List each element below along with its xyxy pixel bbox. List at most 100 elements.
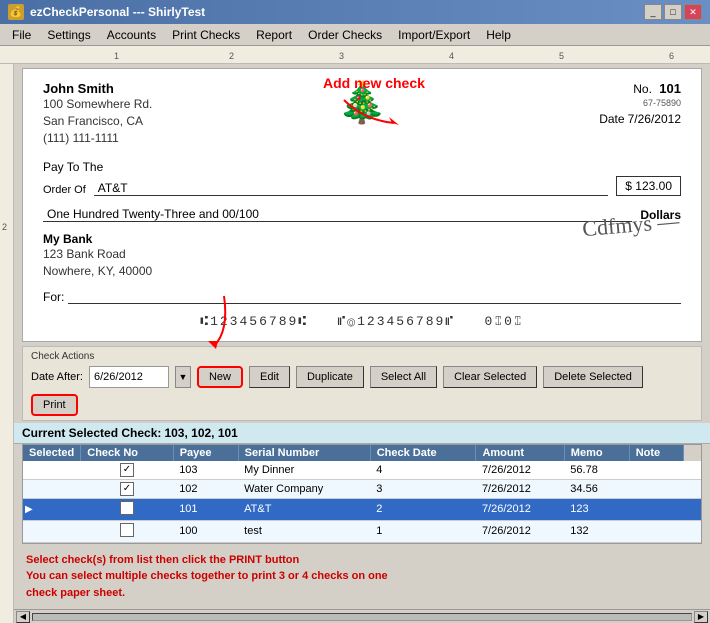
table-row[interactable]: ✓103My Dinner47/26/201256.78 xyxy=(23,461,701,480)
menu-report[interactable]: Report xyxy=(248,26,300,44)
check-actions-title: Check Actions xyxy=(31,351,693,362)
memo-cell xyxy=(629,520,683,542)
col-check-no: Check No xyxy=(81,445,173,461)
bottom-annotation: Select check(s) from list then click the… xyxy=(22,548,702,606)
note-cell xyxy=(684,479,701,498)
current-selected-value: 103, 102, 101 xyxy=(164,426,237,440)
bank-name: My Bank xyxy=(43,232,152,246)
serial-cell: 1 xyxy=(370,520,476,542)
delete-selected-button[interactable]: Delete Selected xyxy=(543,366,643,388)
table-row[interactable]: ✓102Water Company37/26/201234.56 xyxy=(23,479,701,498)
check-no-cell: 101 xyxy=(173,498,238,520)
annotation-line3: check paper sheet. xyxy=(26,585,698,602)
check-actions-panel: Check Actions Date After: ▼ New Edit Dup… xyxy=(22,346,702,421)
horizontal-scrollbar[interactable]: ◀ ▶ xyxy=(14,609,710,623)
check-amount: $ 123.00 xyxy=(616,176,681,196)
select-all-button[interactable]: Select All xyxy=(370,366,437,388)
check-checkbox[interactable] xyxy=(120,501,134,515)
check-number-area: No. 101 67-75890 Date 7/26/2012 xyxy=(599,81,681,146)
signature: Cdfmys — xyxy=(581,208,684,284)
note-cell xyxy=(684,520,701,542)
check-checkbox[interactable] xyxy=(120,523,134,537)
checkbox-cell[interactable] xyxy=(81,498,173,520)
check-date-line: Date 7/26/2012 xyxy=(599,112,681,126)
table-row[interactable]: 100test17/26/2012132 xyxy=(23,520,701,542)
menu-accounts[interactable]: Accounts xyxy=(99,26,164,44)
date-after-input[interactable] xyxy=(89,366,169,388)
for-underline xyxy=(68,288,681,304)
amount-words: One Hundred Twenty-Three and 00/100 xyxy=(43,206,632,222)
menu-file[interactable]: File xyxy=(4,26,39,44)
annotation-add-new: Add new check xyxy=(323,75,425,125)
date-after-label: Date After: xyxy=(31,371,83,383)
menu-import-export[interactable]: Import/Export xyxy=(390,26,478,44)
check-date: 7/26/2012 xyxy=(628,112,681,126)
micr-line: ⑆123456789⑆ ⑈⓪123456789⑈ 0⑄0⑄ xyxy=(43,314,681,329)
check-table-container: Selected Check No Payee Serial Number Ch… xyxy=(22,444,702,544)
menu-order-checks[interactable]: Order Checks xyxy=(300,26,390,44)
order-of-label: Order Of xyxy=(43,184,86,196)
check-checkbox[interactable]: ✓ xyxy=(120,482,134,496)
payee-line: AT&T xyxy=(94,180,608,196)
checkbox-cell[interactable]: ✓ xyxy=(81,479,173,498)
window-title: ezCheckPersonal --- ShirlyTest xyxy=(30,5,205,19)
menu-bar: File Settings Accounts Print Checks Repo… xyxy=(0,24,710,46)
new-button[interactable]: New xyxy=(197,366,243,388)
clear-selected-button[interactable]: Clear Selected xyxy=(443,366,537,388)
signature-area: Cdfmys — xyxy=(584,212,681,280)
maximize-button[interactable]: □ xyxy=(664,4,682,20)
minimize-button[interactable]: _ xyxy=(644,4,662,20)
window-controls: _ □ ✕ xyxy=(644,4,702,20)
print-button[interactable]: Print xyxy=(31,394,78,416)
serial-cell: 4 xyxy=(370,461,476,480)
date-cell: 7/26/2012 xyxy=(476,479,564,498)
menu-print-checks[interactable]: Print Checks xyxy=(164,26,248,44)
edit-button[interactable]: Edit xyxy=(249,366,290,388)
check-no-value: 101 xyxy=(659,81,681,96)
payee-cell: AT&T xyxy=(238,498,370,520)
current-selected-label: Current Selected Check: xyxy=(22,426,161,440)
payee-cell: My Dinner xyxy=(238,461,370,480)
amount-cell: 132 xyxy=(564,520,629,542)
date-cell: 7/26/2012 xyxy=(476,498,564,520)
close-button[interactable]: ✕ xyxy=(684,4,702,20)
check-no-cell: 102 xyxy=(173,479,238,498)
menu-help[interactable]: Help xyxy=(478,26,519,44)
main-content: 2 🎄 John Smith 100 Somewhere Rd. San Fra… xyxy=(0,64,710,623)
memo-cell xyxy=(629,479,683,498)
app-icon: 💰 xyxy=(8,4,24,20)
duplicate-button[interactable]: Duplicate xyxy=(296,366,364,388)
annotation-line2: You can select multiple checks together … xyxy=(26,568,698,585)
check-routing: 67-75890 xyxy=(599,98,681,108)
arrow-to-new xyxy=(334,95,414,125)
check-no-cell: 100 xyxy=(173,520,238,542)
check-display: 🎄 John Smith 100 Somewhere Rd. San Franc… xyxy=(22,68,702,342)
table-header-row: Selected Check No Payee Serial Number Ch… xyxy=(23,445,701,461)
check-actions-controls: Date After: ▼ New Edit Duplicate Select … xyxy=(31,366,693,416)
memo-cell xyxy=(629,461,683,480)
check-table: Selected Check No Payee Serial Number Ch… xyxy=(23,445,701,543)
menu-settings[interactable]: Settings xyxy=(39,26,98,44)
col-memo: Memo xyxy=(564,445,629,461)
checkbox-cell[interactable] xyxy=(81,520,173,542)
actions-wrapper: Check Actions Date After: ▼ New Edit Dup… xyxy=(14,346,710,421)
check-area-wrapper: 🎄 John Smith 100 Somewhere Rd. San Franc… xyxy=(14,68,710,342)
check-no-label: No. xyxy=(633,82,652,96)
col-date: Check Date xyxy=(370,445,476,461)
add-new-check-label: Add new check xyxy=(323,75,425,91)
col-serial: Serial Number xyxy=(238,445,370,461)
table-row[interactable]: ▶101AT&T27/26/2012123 xyxy=(23,498,701,520)
col-selected: Selected xyxy=(23,445,81,461)
checkbox-cell[interactable]: ✓ xyxy=(81,461,173,480)
pay-to-label: Pay To The xyxy=(43,160,103,174)
memo-cell xyxy=(629,498,683,520)
payee-cell: Water Company xyxy=(238,479,370,498)
note-cell xyxy=(684,461,701,480)
for-line: For: xyxy=(43,288,681,304)
check-checkbox[interactable]: ✓ xyxy=(120,463,134,477)
date-cell: 7/26/2012 xyxy=(476,461,564,480)
date-dropdown-arrow[interactable]: ▼ xyxy=(175,366,191,388)
check-address: 100 Somewhere Rd. San Francisco, CA (111… xyxy=(43,96,152,146)
date-cell: 7/26/2012 xyxy=(476,520,564,542)
col-payee: Payee xyxy=(173,445,238,461)
